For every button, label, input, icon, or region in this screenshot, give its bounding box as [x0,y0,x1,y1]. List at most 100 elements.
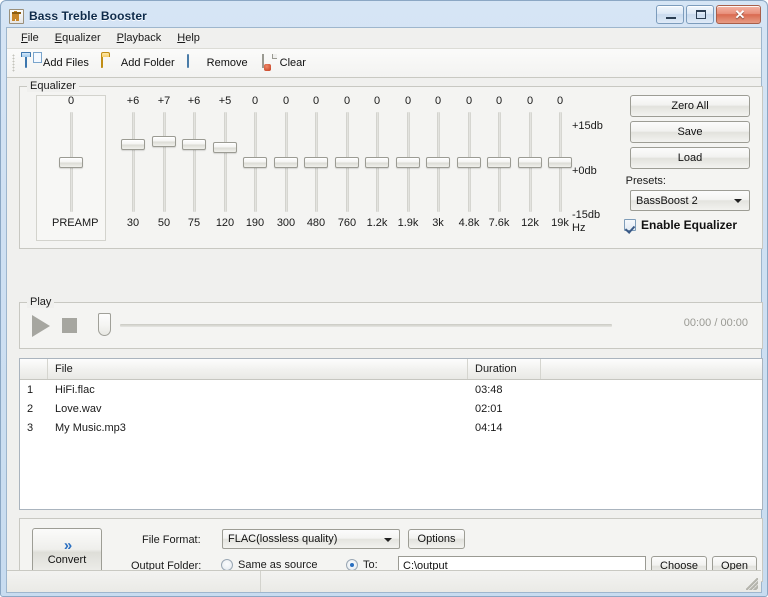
db-label-max: +15db [572,120,603,132]
clear-icon [262,54,264,68]
preset-dropdown[interactable]: BassBoost 2 [630,190,750,211]
cell-index: 2 [20,399,48,418]
chevron-down-icon [734,199,742,203]
cell-index: 1 [20,380,48,399]
menu-file-rest: ile [28,32,39,44]
save-preset-button[interactable]: Save [630,121,750,143]
menu-help[interactable]: Help [169,29,208,47]
slider-handle[interactable] [396,157,420,168]
cell-file: My Music.mp3 [48,418,468,437]
add-folder-label: Add Folder [121,57,175,69]
equalizer-panel: Equalizer 0PREAMP+630+750+675+5120019003… [19,86,763,249]
slider-handle[interactable] [487,157,511,168]
column-header-duration[interactable]: Duration [468,359,541,379]
client-area: File Equalizer Playback Help Add Files A… [6,27,762,593]
preamp-value: 0 [52,95,90,108]
file-format-dropdown[interactable]: FLAC(lossless quality) [222,529,400,549]
slider-handle[interactable] [243,157,267,168]
slider-handle[interactable] [182,139,206,150]
menu-file[interactable]: File [13,29,47,47]
cell-file: HiFi.flac [48,380,468,399]
close-button[interactable]: ✕ [716,5,761,24]
cell-index: 3 [20,418,48,437]
slider-handle[interactable] [152,136,176,147]
time-display: 00:00 / 00:00 [684,317,748,329]
slider-track[interactable] [52,112,90,212]
menu-equalizer-rest: qualizer [62,32,101,44]
table-row[interactable]: 2Love.wav02:01 [20,399,762,418]
column-header-file[interactable]: File [48,359,468,379]
db-label-zero: +0db [572,165,597,177]
close-icon: ✕ [734,9,746,21]
remove-button[interactable]: Remove [181,53,254,73]
minimize-button[interactable] [656,5,684,24]
preamp-slider[interactable]: 0 PREAMP [52,95,90,230]
menu-bar: File Equalizer Playback Help [7,28,761,49]
slider-handle[interactable] [335,157,359,168]
eq-band-value-19k: 0 [541,95,579,108]
slider-handle[interactable] [121,139,145,150]
window-controls: ✕ [656,5,761,24]
preset-selected-value: BassBoost 2 [636,195,698,207]
column-header-index[interactable] [20,359,48,379]
slider-handle[interactable] [457,157,481,168]
double-chevron-right-icon: » [64,538,70,553]
play-panel: Play 00:00 / 00:00 [19,302,763,349]
remove-label: Remove [207,57,248,69]
add-files-button[interactable]: Add Files [17,53,95,73]
clear-button[interactable]: Clear [254,53,312,73]
file-list[interactable]: File Duration 1HiFi.flac03:482Love.wav02… [19,358,763,510]
preamp-label: PREAMP [52,217,90,230]
enable-equalizer-checkbox[interactable]: Enable Equalizer [624,217,750,233]
eq-unit-label: Hz [572,222,610,235]
menu-playback-rest: layback [124,32,161,44]
cell-duration: 04:14 [468,418,541,437]
convert-button-label: Convert [48,555,87,566]
cell-file: Love.wav [48,399,468,418]
file-format-selected-value: FLAC(lossless quality) [228,533,337,545]
toolbar: Add Files Add Folder Remove Clear [7,49,761,78]
slider-handle[interactable] [365,157,389,168]
slider-handle[interactable] [304,157,328,168]
column-header-spacer[interactable] [541,359,762,379]
table-row[interactable]: 1HiFi.flac03:48 [20,380,762,399]
minimize-icon [666,17,676,19]
seek-slider-handle[interactable] [98,313,111,336]
slider-handle[interactable] [426,157,450,168]
zero-all-button[interactable]: Zero All [630,95,750,117]
chevron-down-icon [384,538,392,542]
play-icon[interactable] [32,315,50,337]
maximize-button[interactable] [686,5,714,24]
checkbox-icon [624,219,636,231]
slider-handle[interactable] [274,157,298,168]
menu-equalizer[interactable]: Equalizer [47,29,109,47]
menu-playback[interactable]: Playback [109,29,170,47]
slider-handle[interactable] [548,157,572,168]
presets-label: Presets: [626,175,666,187]
stop-icon[interactable] [62,318,77,333]
table-row[interactable]: 3My Music.mp304:14 [20,418,762,437]
slider-handle[interactable] [518,157,542,168]
remove-icon [187,54,189,68]
menu-help-rest: elp [185,32,200,44]
seek-slider-track[interactable] [120,324,612,327]
cell-duration: 03:48 [468,380,541,399]
slider-handle[interactable] [213,142,237,153]
convert-button[interactable]: » Convert [32,528,102,575]
add-files-label: Add Files [43,57,89,69]
slider-handle[interactable] [59,157,83,168]
add-folder-button[interactable]: Add Folder [95,53,181,73]
status-pane-left [7,571,261,592]
options-button[interactable]: Options [408,529,465,549]
application-window: Bass Treble Booster ✕ File Equalizer Pla… [0,0,768,597]
file-list-body: 1HiFi.flac03:482Love.wav02:013My Music.m… [20,380,762,437]
play-group-title: Play [27,296,54,308]
maximize-icon [696,10,706,19]
file-list-header: File Duration [20,359,762,380]
title-bar: Bass Treble Booster ✕ [6,5,762,27]
resize-grip-icon[interactable] [746,578,758,590]
load-preset-button[interactable]: Load [630,147,750,169]
status-bar [7,570,761,592]
window-title: Bass Treble Booster [29,9,147,23]
cell-duration: 02:01 [468,399,541,418]
